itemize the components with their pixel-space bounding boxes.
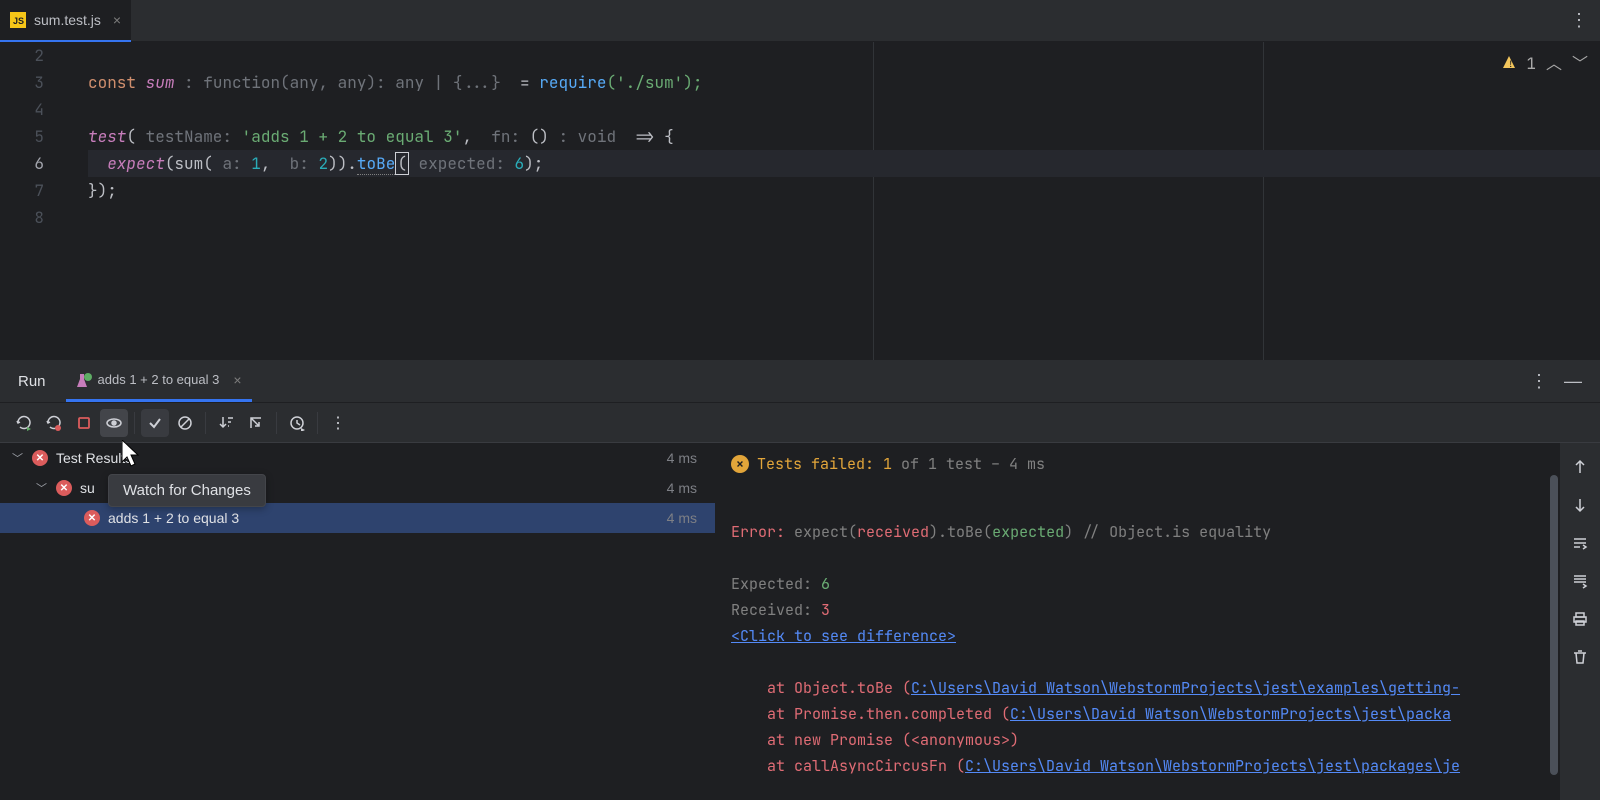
chevron-down-icon[interactable]: ﹀	[36, 480, 52, 496]
line-number: 2	[0, 42, 44, 69]
stacktrace-link[interactable]: C:\Users\David Watson\WebstormProjects\j…	[965, 756, 1460, 776]
watch-button[interactable]	[100, 409, 128, 437]
tree-node-time: 4 ms	[667, 510, 697, 526]
rerun-button[interactable]	[10, 409, 38, 437]
chevron-down-icon[interactable]: ﹀	[1572, 50, 1588, 77]
stacktrace-link[interactable]: C:\Users\David Watson\WebstormProjects\j…	[1010, 704, 1451, 724]
svg-text:!: !	[1508, 58, 1513, 69]
tab-filename: sum.test.js	[34, 12, 101, 28]
tree-node-time: 4 ms	[667, 450, 697, 466]
up-arrow-button[interactable]	[1568, 455, 1592, 479]
test-run-icon	[76, 373, 90, 387]
editor-gutter: 2 3 4 5 6 7 8	[0, 42, 60, 360]
fail-status-icon: ✕	[84, 510, 100, 526]
fail-status-icon: ✕	[56, 480, 72, 496]
minimize-icon[interactable]: —	[1564, 371, 1582, 392]
line-number: 4	[0, 96, 44, 123]
warning-icon: !	[1502, 50, 1516, 77]
show-passed-button[interactable]	[141, 409, 169, 437]
run-panel-header: Run adds 1 + 2 to equal 3 × ⋮ —	[0, 360, 1600, 403]
status-failed-text: Tests failed: 1	[757, 454, 892, 474]
chevron-up-icon[interactable]: ︿	[1546, 50, 1562, 77]
sort-button[interactable]	[212, 409, 240, 437]
test-output[interactable]: ✕ Tests failed: 1 of 1 test – 4 ms Error…	[715, 443, 1560, 800]
run-tool-window: Run adds 1 + 2 to equal 3 × ⋮ —	[0, 360, 1600, 800]
svg-text:JS: JS	[13, 16, 24, 26]
warning-count: 1	[1526, 50, 1536, 77]
test-tree: ﹀ ✕ Test Results 4 ms ﹀ ✕ su 4 ms ✕ adds…	[0, 443, 715, 800]
tree-test-row[interactable]: ✕ adds 1 + 2 to equal 3 4 ms	[0, 503, 715, 533]
soft-wrap-button[interactable]	[1568, 531, 1592, 555]
down-arrow-button[interactable]	[1568, 493, 1592, 517]
stacktrace-link[interactable]: C:\Users\David Watson\WebstormProjects\j…	[911, 678, 1460, 698]
editor-inspection-indicators[interactable]: ! 1 ︿ ﹀	[1502, 50, 1588, 77]
code-content[interactable]: const sum : function(any, any): any | {.…	[60, 42, 1600, 360]
close-icon[interactable]: ×	[113, 12, 121, 28]
js-file-icon: JS	[10, 12, 26, 28]
print-button[interactable]	[1568, 607, 1592, 631]
trash-button[interactable]	[1568, 645, 1592, 669]
scroll-to-end-button[interactable]	[1568, 569, 1592, 593]
tab-overflow-menu[interactable]: ⋮	[1570, 10, 1600, 31]
run-toolbar: ⋮	[0, 403, 1600, 443]
run-config-tab[interactable]: adds 1 + 2 to equal 3 ×	[66, 360, 252, 402]
tree-root-row[interactable]: ﹀ ✕ Test Results 4 ms	[0, 443, 715, 473]
output-status-line: ✕ Tests failed: 1 of 1 test – 4 ms	[731, 451, 1544, 477]
line-number: 5	[0, 123, 44, 150]
close-icon[interactable]: ×	[233, 372, 241, 388]
rerun-failed-button[interactable]	[40, 409, 68, 437]
stop-button[interactable]	[70, 409, 98, 437]
toolbar-more-button[interactable]: ⋮	[324, 409, 352, 437]
line-number: 6	[0, 150, 44, 177]
chevron-down-icon[interactable]: ﹀	[12, 450, 28, 466]
line-number: 7	[0, 177, 44, 204]
output-scrollbar[interactable]	[1550, 475, 1558, 775]
fail-badge-icon: ✕	[731, 455, 749, 473]
tab-bar: JS sum.test.js × ⋮	[0, 0, 1600, 42]
show-ignored-button[interactable]	[171, 409, 199, 437]
run-tab-label: adds 1 + 2 to equal 3	[98, 372, 220, 387]
status-rest-text: of 1 test – 4 ms	[892, 454, 1045, 474]
see-difference-link[interactable]: <Click to see difference>	[731, 626, 956, 646]
tree-node-label: Test Results	[56, 450, 667, 466]
expand-button[interactable]	[242, 409, 270, 437]
line-number: 3	[0, 69, 44, 96]
more-icon[interactable]: ⋮	[1530, 371, 1548, 392]
code-editor[interactable]: 2 3 4 5 6 7 8 const sum : function(any, …	[0, 42, 1600, 360]
run-panel-title: Run	[18, 373, 46, 390]
history-button[interactable]	[283, 409, 311, 437]
tooltip: Watch for Changes	[108, 474, 266, 507]
line-number: 8	[0, 204, 44, 231]
fail-status-icon: ✕	[32, 450, 48, 466]
editor-tab[interactable]: JS sum.test.js ×	[0, 0, 131, 42]
tree-node-time: 4 ms	[667, 480, 697, 496]
tree-node-label: adds 1 + 2 to equal 3	[108, 510, 667, 526]
output-side-toolbar	[1560, 443, 1600, 800]
